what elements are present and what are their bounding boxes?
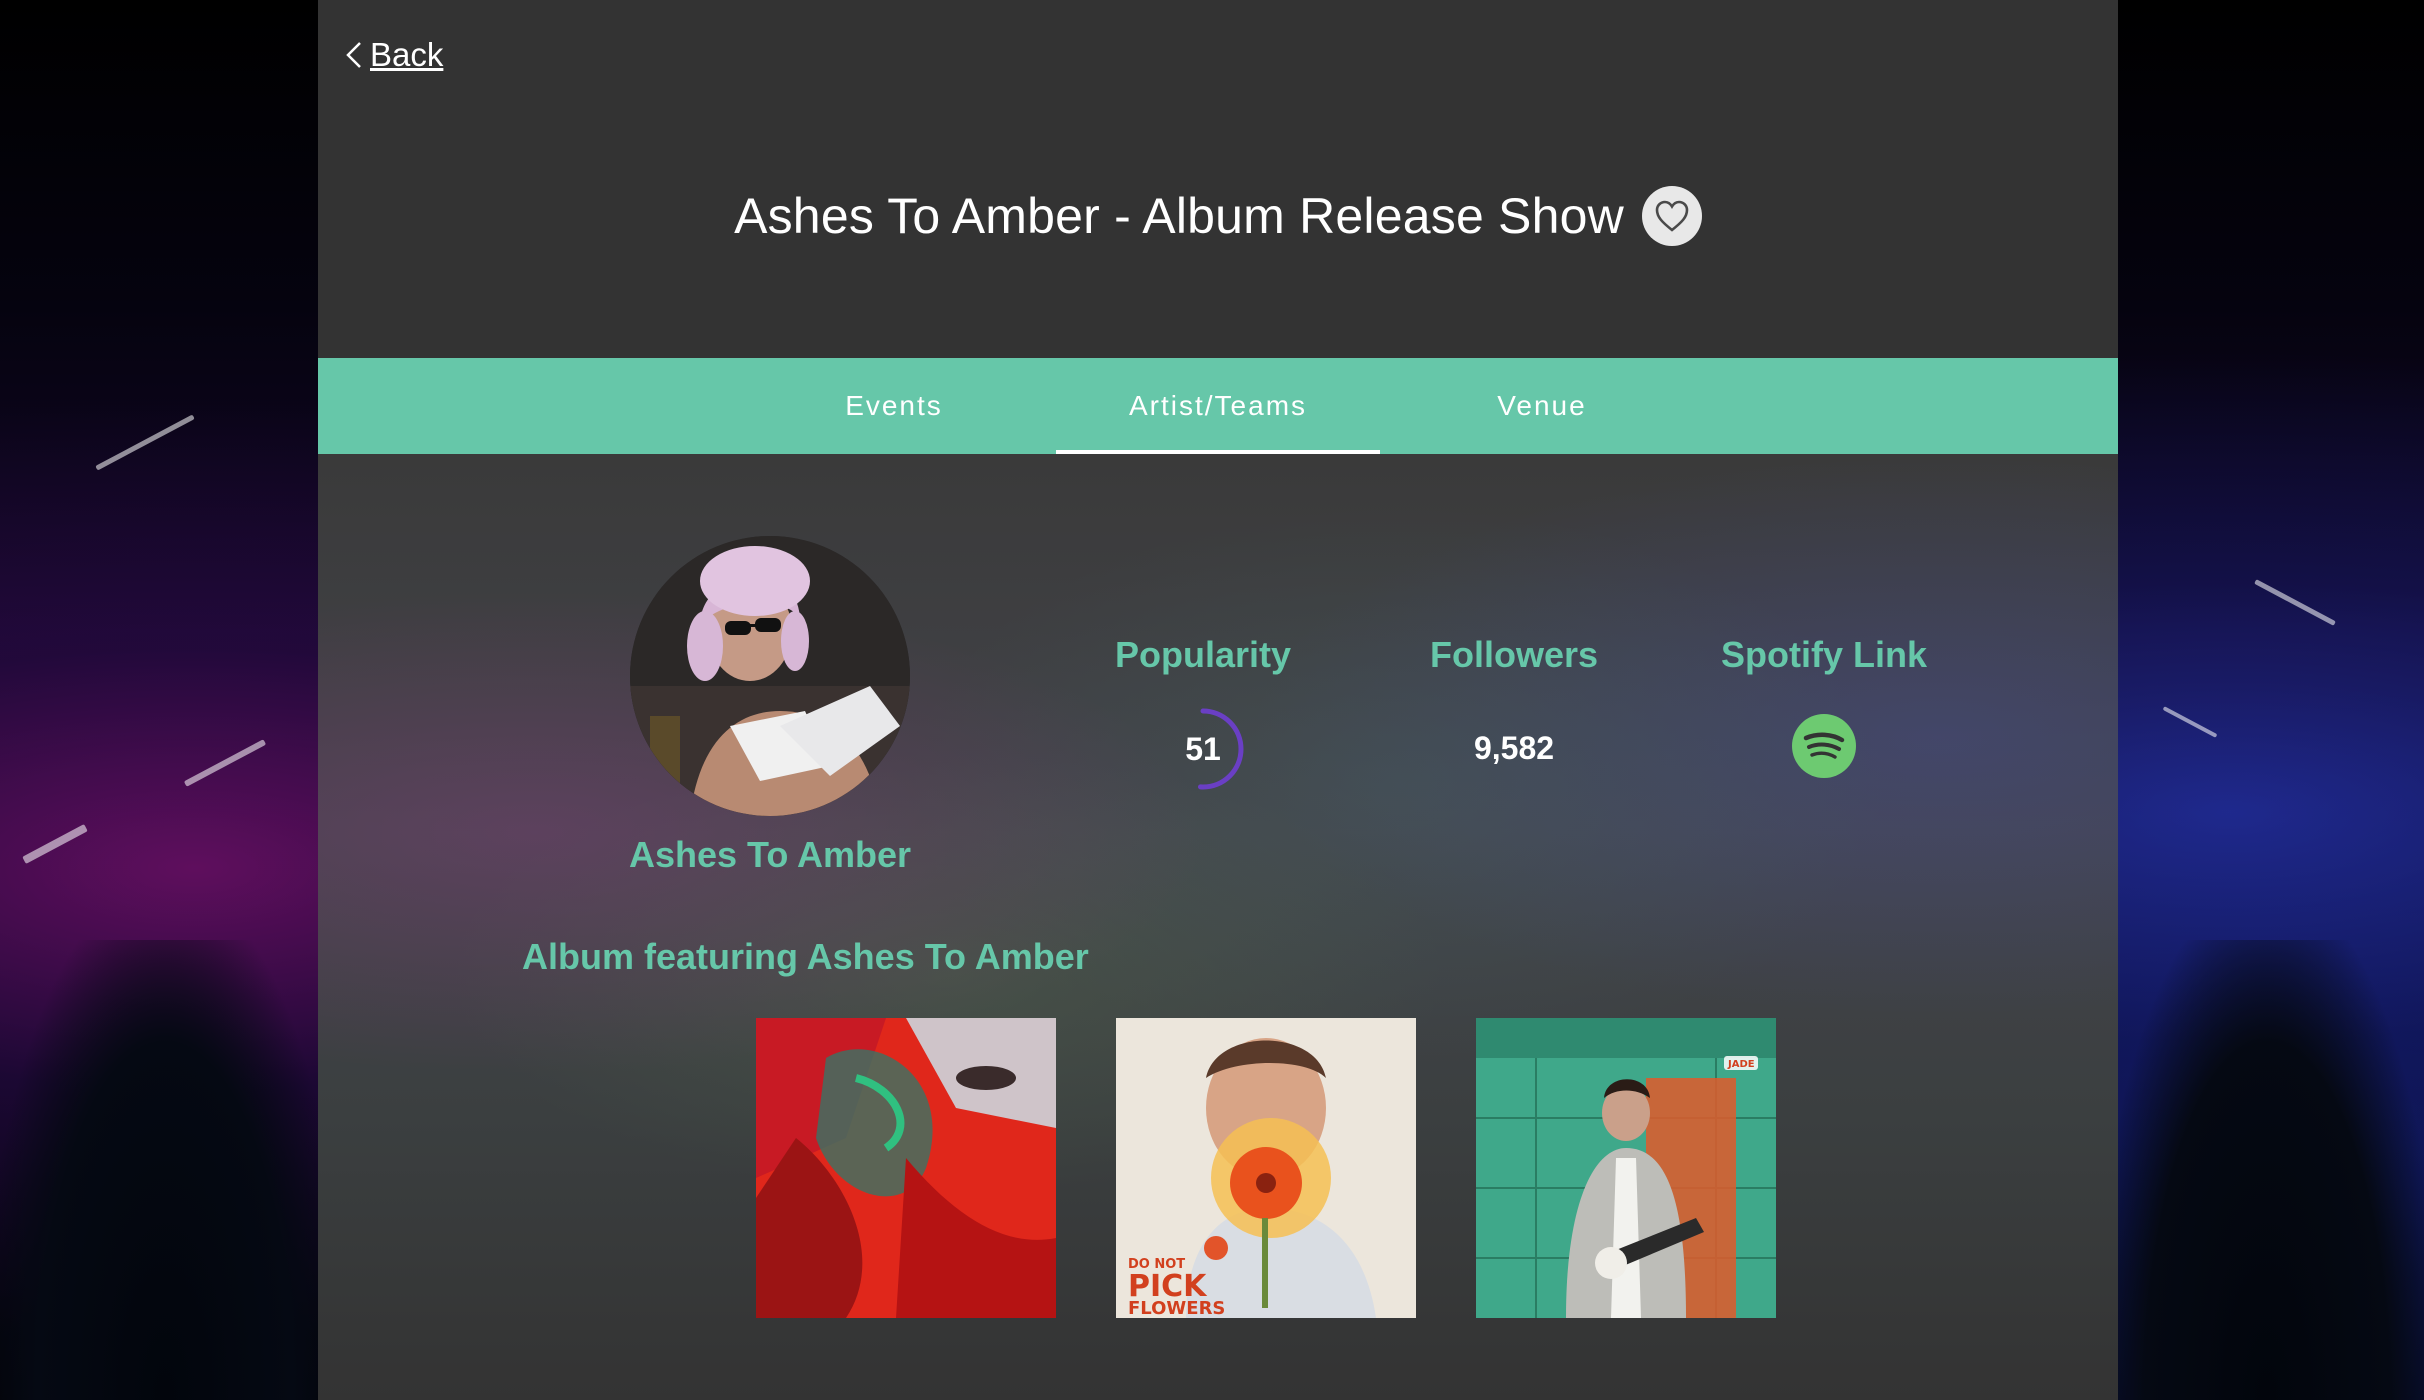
spotify-stat: Spotify Link <box>1694 634 1954 778</box>
heart-outline-icon <box>1655 200 1689 232</box>
background-light-streak <box>2254 579 2336 626</box>
tab-bar: Events Artist/Teams Venue <box>318 358 2118 454</box>
album-cover-text-bottom: FLOWERS <box>1128 1298 1225 1318</box>
background-light-streak <box>2162 706 2218 738</box>
page-title: Ashes To Amber - Album Release Show <box>734 188 1624 244</box>
popularity-value: 51 <box>1185 730 1221 767</box>
album-art <box>756 1018 1056 1318</box>
favorite-button[interactable] <box>1641 186 1702 246</box>
spotify-label: Spotify Link <box>1721 634 1927 675</box>
followers-label: Followers <box>1429 634 1599 675</box>
albums-heading: Album featuring Ashes To Amber <box>522 936 1089 977</box>
back-link[interactable]: Back <box>344 36 443 74</box>
artist-name: Ashes To Amber <box>628 834 912 875</box>
artist-avatar <box>630 536 910 816</box>
followers-stat: Followers 9,582 <box>1384 634 1644 767</box>
background-crowd <box>0 940 330 1400</box>
spotify-link-button[interactable] <box>1792 714 1856 778</box>
tab-artist-teams[interactable]: Artist/Teams <box>1056 358 1380 454</box>
artist-photo <box>630 536 910 816</box>
album-art: DO NOT PICK FLOWERS <box>1116 1018 1416 1318</box>
album-cover-text: JADE <box>1727 1059 1755 1070</box>
event-detail-panel: Back Ashes To Amber - Album Release Show… <box>318 0 2118 1400</box>
tab-venue[interactable]: Venue <box>1380 358 1704 454</box>
popularity-label: Popularity <box>1114 634 1292 675</box>
artist-content: Ashes To Amber Popularity 51 Followers 9… <box>318 454 2118 1400</box>
chevron-left-icon <box>346 42 361 68</box>
event-header: Back Ashes To Amber - Album Release Show <box>318 0 2118 358</box>
back-link-label: Back <box>370 36 444 73</box>
title-row: Ashes To Amber - Album Release Show <box>318 186 2118 246</box>
background-crowd <box>2110 940 2424 1400</box>
tab-events[interactable]: Events <box>732 358 1056 454</box>
background-light-streak <box>22 824 88 864</box>
album-cover[interactable] <box>756 1018 1056 1318</box>
popularity-stat: Popularity 51 <box>1073 634 1333 794</box>
followers-value: 9,582 <box>1473 730 1555 766</box>
album-art: JADE <box>1476 1018 1776 1318</box>
album-cover[interactable]: DO NOT PICK FLOWERS <box>1116 1018 1416 1318</box>
background-light-streak <box>183 739 267 787</box>
background-light-streak <box>95 414 195 471</box>
album-cover[interactable]: JADE <box>1476 1018 1776 1318</box>
popularity-gauge: 51 <box>1158 704 1248 794</box>
spotify-icon <box>1803 732 1845 759</box>
